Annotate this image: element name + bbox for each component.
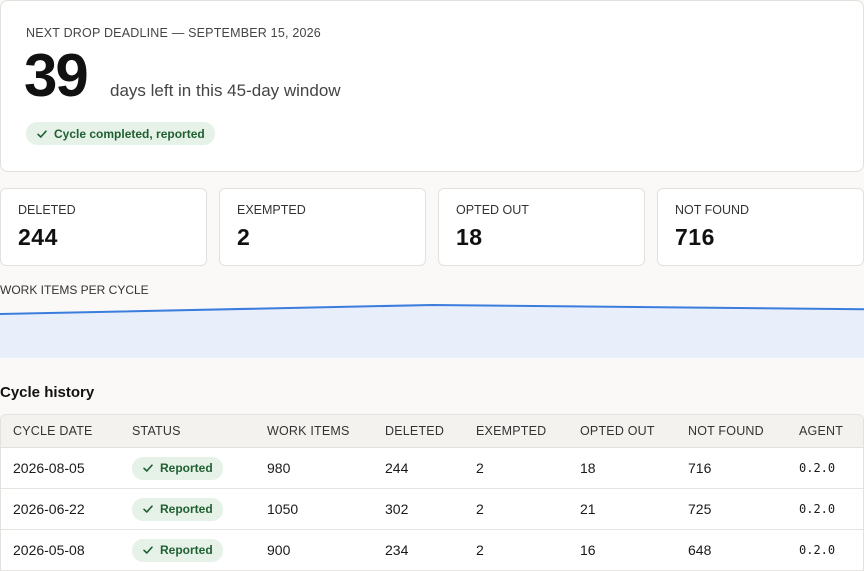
column-header-deleted: DELETED	[385, 424, 445, 438]
stat-label: DELETED	[18, 203, 76, 217]
deleted-cell: 244	[385, 460, 409, 476]
cycle-date: 2026-05-08	[13, 542, 85, 558]
cycle-status-badge: Cycle completed, reported	[26, 122, 215, 145]
stat-value: 716	[675, 224, 715, 250]
exempted-cell: 2	[476, 460, 484, 476]
opted-out-cell: 16	[580, 542, 596, 558]
stat-card-deleted: DELETED 244	[0, 188, 207, 266]
stat-label: OPTED OUT	[456, 203, 529, 217]
table-row[interactable]: 2026-08-05 Reported 980 244 2 18 716 0.2…	[1, 448, 863, 489]
column-header-work-items: WORK ITEMS	[267, 424, 350, 438]
agent-version-cell: 0.2.0	[799, 502, 836, 516]
days-left-count: 39	[24, 42, 89, 109]
stat-value: 18	[456, 224, 483, 250]
stat-card-not-found: NOT FOUND 716	[657, 188, 864, 266]
agent-version-cell: 0.2.0	[799, 461, 836, 475]
opted-out-cell: 21	[580, 501, 596, 517]
work-items-cell: 900	[267, 542, 291, 558]
status-badge: Reported	[132, 456, 223, 480]
cycle-history-title: Cycle history	[0, 384, 95, 401]
stat-card-exempted: EXEMPTED 2	[219, 188, 426, 266]
table-row[interactable]: 2026-05-08 Reported 900 234 2 16 648 0.2…	[1, 530, 863, 571]
stat-value: 244	[18, 224, 58, 250]
column-header-opted-out: OPTED OUT	[580, 424, 655, 438]
sparkline-label: WORK ITEMS PER CYCLE	[0, 283, 149, 297]
column-header-status: STATUS	[132, 424, 181, 438]
status-text: Reported	[160, 502, 213, 516]
cycle-date: 2026-08-05	[13, 460, 85, 476]
stat-value: 2	[237, 224, 251, 250]
column-header-cycle-date: CYCLE DATE	[13, 424, 93, 438]
column-header-exempted: EXEMPTED	[476, 424, 547, 438]
exempted-cell: 2	[476, 542, 484, 558]
sparkline-area	[0, 305, 864, 358]
stat-card-opted-out: OPTED OUT 18	[438, 188, 645, 266]
check-icon	[142, 503, 154, 515]
status-text: Reported	[160, 543, 213, 557]
status-cell: Reported	[132, 448, 223, 488]
status-cell: Reported	[132, 489, 223, 529]
work-items-sparkline	[0, 303, 864, 358]
not-found-cell: 648	[688, 542, 712, 558]
stat-label: EXEMPTED	[237, 203, 306, 217]
opted-out-cell: 18	[580, 460, 596, 476]
work-items-cell: 1050	[267, 501, 299, 517]
cycle-status-text: Cycle completed, reported	[54, 126, 205, 141]
deadline-card: NEXT DROP DEADLINE — SEPTEMBER 15, 2026 …	[0, 0, 864, 172]
table-header-row: CYCLE DATE STATUS WORK ITEMS DELETED EXE…	[1, 415, 863, 448]
table-row[interactable]: 2026-06-22 Reported 1050 302 2 21 725 0.…	[1, 489, 863, 530]
deleted-cell: 234	[385, 542, 409, 558]
status-badge: Reported	[132, 538, 223, 562]
days-left-caption: days left in this 45-day window	[110, 81, 341, 100]
status-cell: Reported	[132, 530, 223, 570]
deadline-eyebrow: NEXT DROP DEADLINE — SEPTEMBER 15, 2026	[26, 26, 321, 40]
column-header-not-found: NOT FOUND	[688, 424, 764, 438]
column-header-agent: AGENT	[799, 424, 844, 438]
cycle-history-table: CYCLE DATE STATUS WORK ITEMS DELETED EXE…	[0, 414, 864, 571]
exempted-cell: 2	[476, 501, 484, 517]
work-items-cell: 980	[267, 460, 291, 476]
status-badge: Reported	[132, 497, 223, 521]
status-text: Reported	[160, 461, 213, 475]
agent-version-cell: 0.2.0	[799, 543, 836, 557]
check-icon	[142, 462, 154, 474]
deleted-cell: 302	[385, 501, 409, 517]
cycle-date: 2026-06-22	[13, 501, 85, 517]
not-found-cell: 725	[688, 501, 712, 517]
stat-label: NOT FOUND	[675, 203, 750, 217]
check-icon	[142, 544, 154, 556]
check-icon	[36, 128, 48, 140]
not-found-cell: 716	[688, 460, 712, 476]
